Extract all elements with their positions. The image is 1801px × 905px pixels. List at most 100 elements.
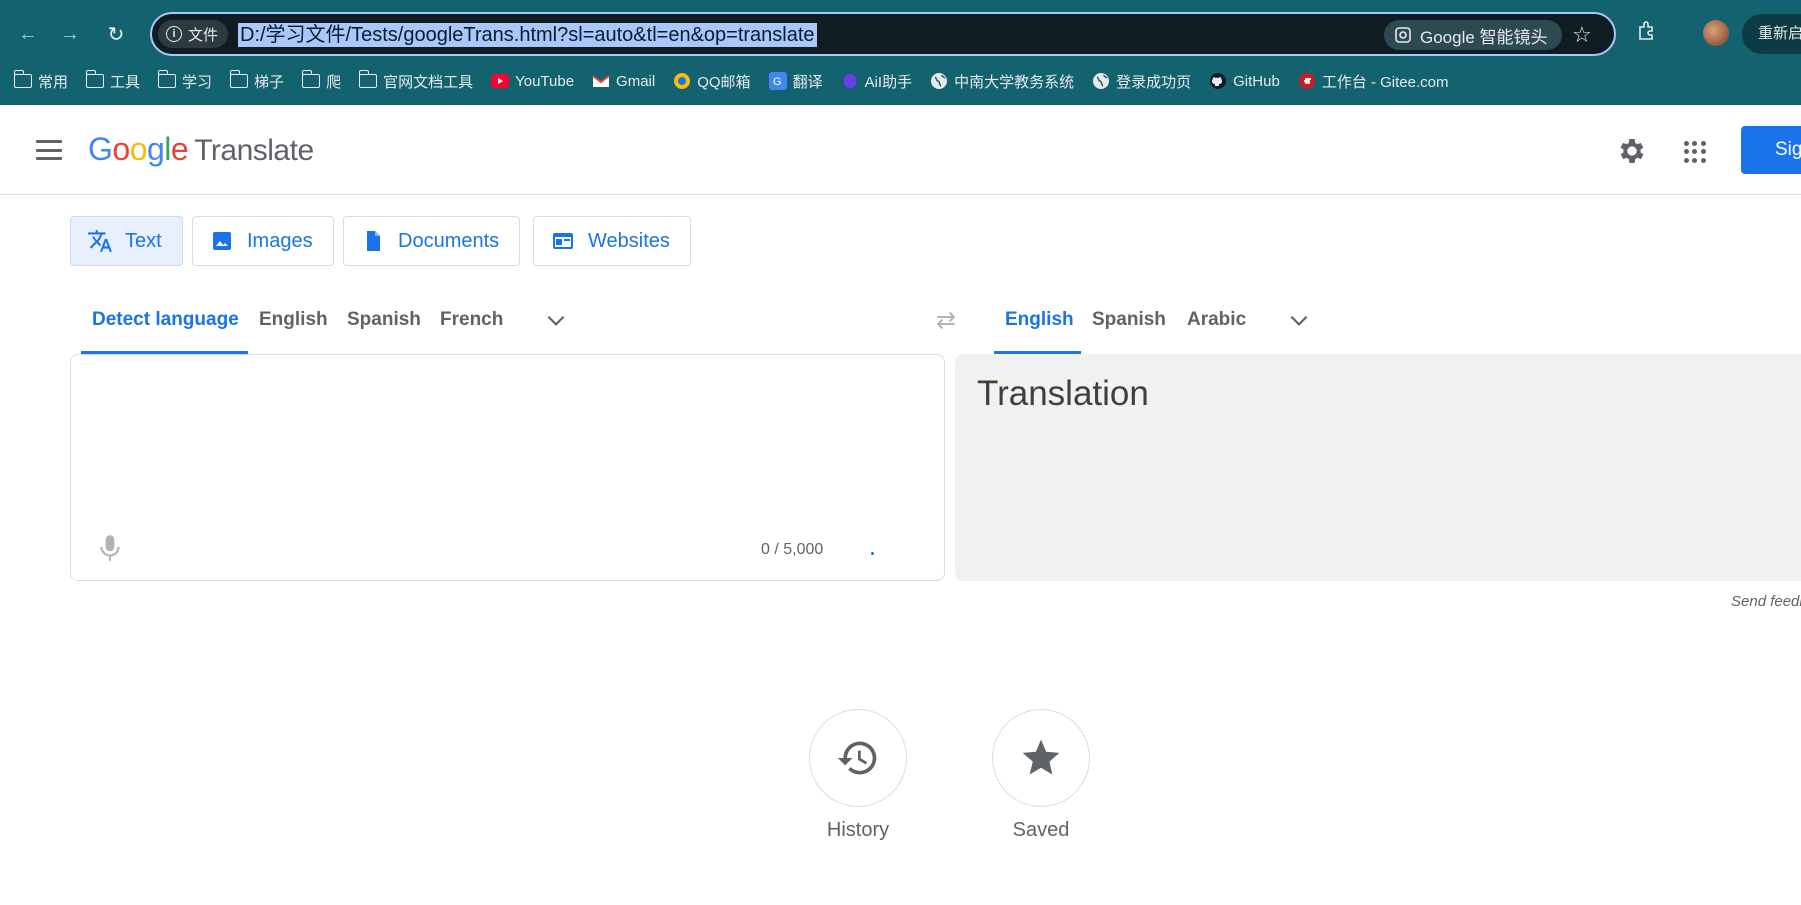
history-button[interactable] xyxy=(809,709,907,807)
swap-languages-icon[interactable]: ⇄ xyxy=(936,306,956,335)
bookmark-label: AiI助手 xyxy=(864,73,913,91)
address-bar[interactable]: i 文件 D:/学习文件/Tests/googleTrans.html?sl=a… xyxy=(150,12,1616,56)
bookmark-item[interactable]: YouTube xyxy=(491,72,574,90)
bookmark-item[interactable]: 学习 xyxy=(157,70,213,92)
logo-letter: o xyxy=(112,131,130,167)
bookmark-label: 登录成功页 xyxy=(1116,73,1192,91)
tab-documents[interactable]: Documents xyxy=(343,216,521,266)
character-counter: 0 / 5,000 xyxy=(761,541,824,558)
bookmark-item[interactable]: 官网文档工具 xyxy=(358,70,473,92)
qqmail-icon xyxy=(673,72,691,90)
source-lang-french[interactable]: French xyxy=(440,309,503,331)
logo-letter: e xyxy=(170,131,189,167)
document-icon xyxy=(360,228,386,254)
settings-gear-icon[interactable] xyxy=(1616,135,1648,167)
source-lang-detect[interactable]: Detect language xyxy=(92,309,239,331)
relaunch-button[interactable]: 重新启 xyxy=(1742,14,1801,54)
bookmark-item[interactable]: 梯子 xyxy=(229,70,285,92)
source-text-input[interactable]: 0 / 5,000 xyxy=(70,354,945,581)
image-icon xyxy=(209,228,235,254)
bookmark-item[interactable]: QQ邮箱 xyxy=(673,71,751,92)
history-label: History xyxy=(826,819,890,841)
bookmark-item[interactable]: 常用 xyxy=(13,70,69,92)
bookmark-item[interactable]: 登录成功页 xyxy=(1092,71,1191,92)
bookmark-item[interactable]: AiI助手 xyxy=(841,71,913,92)
assistant-icon xyxy=(841,72,859,90)
tab-label: Images xyxy=(247,229,313,252)
target-lang-spanish[interactable]: Spanish xyxy=(1092,309,1166,331)
bookmark-label: GitHub xyxy=(1233,72,1280,90)
extensions-icon[interactable] xyxy=(1636,20,1658,48)
bookmark-label: 爬 xyxy=(326,73,342,91)
bookmark-label: YouTube xyxy=(515,72,575,90)
gitee-icon xyxy=(1298,72,1316,90)
bookmark-item[interactable]: GitHub xyxy=(1209,72,1280,90)
target-lang-arabic[interactable]: Arabic xyxy=(1187,309,1246,331)
bookmark-item[interactable]: 工作台 - Gitee.com xyxy=(1298,71,1449,92)
tab-images[interactable]: Images xyxy=(192,216,334,266)
profile-avatar[interactable] xyxy=(1703,20,1729,46)
microphone-icon[interactable] xyxy=(97,533,123,568)
app-header: Google Translate Sig xyxy=(0,105,1801,195)
github-icon xyxy=(1209,72,1227,90)
sign-in-button[interactable]: Sig xyxy=(1741,126,1801,174)
folder-icon xyxy=(358,70,378,90)
globe-icon xyxy=(930,72,948,90)
browser-chrome: ← → ↻ i 文件 D:/学习文件/Tests/googleTrans.htm… xyxy=(0,0,1801,105)
lens-icon xyxy=(1395,27,1411,43)
bookmark-item[interactable]: Gmail xyxy=(592,72,655,90)
bookmark-item[interactable]: 中南大学教务系统 xyxy=(930,71,1074,92)
source-lang-more-chevron-down-icon[interactable] xyxy=(543,307,569,333)
back-button[interactable]: ← xyxy=(14,20,42,48)
bookmark-label: Gmail xyxy=(616,72,656,90)
tab-label: Websites xyxy=(588,229,670,252)
star-icon xyxy=(1022,739,1060,775)
translation-output: Translation xyxy=(955,354,1801,581)
forward-button[interactable]: → xyxy=(56,20,84,48)
target-lang-more-chevron-down-icon[interactable] xyxy=(1286,307,1312,333)
google-lens-button[interactable]: Google 智能镜头 xyxy=(1384,20,1562,50)
youtube-icon xyxy=(491,72,510,90)
logo-letter: o xyxy=(129,131,148,167)
source-lang-spanish[interactable]: Spanish xyxy=(347,309,421,331)
logo-letter: l xyxy=(164,131,171,167)
bookmark-label: 学习 xyxy=(182,73,213,91)
logo-letter: g xyxy=(146,131,165,167)
source-lang-english[interactable]: English xyxy=(259,309,328,331)
history-icon xyxy=(837,741,877,775)
info-icon: i xyxy=(166,26,182,42)
bookmark-star-icon[interactable]: ☆ xyxy=(1572,22,1592,48)
url-text[interactable]: D:/学习文件/Tests/googleTrans.html?sl=auto&t… xyxy=(238,23,817,47)
folder-icon xyxy=(301,70,321,90)
bookmark-label: 中南大学教务系统 xyxy=(954,73,1075,91)
folder-icon xyxy=(229,70,249,90)
website-icon xyxy=(550,228,576,254)
svg-text:G: G xyxy=(773,76,782,88)
gmail-icon xyxy=(592,72,610,90)
tab-text[interactable]: Text xyxy=(70,216,183,266)
send-feedback-link[interactable]: Send feedb xyxy=(1731,593,1801,610)
reload-button[interactable]: ↻ xyxy=(102,20,130,48)
tab-label: Text xyxy=(125,229,162,252)
bookmark-label: 工作台 - Gitee.com xyxy=(1321,73,1449,91)
bookmark-label: QQ邮箱 xyxy=(697,73,751,91)
site-info-chip[interactable]: i 文件 xyxy=(158,20,229,48)
bookmark-label: 常用 xyxy=(38,73,69,91)
bookmark-label: 梯子 xyxy=(254,73,285,91)
tab-websites[interactable]: Websites xyxy=(533,216,691,266)
bookmark-label: 翻译 xyxy=(792,73,823,91)
bookmarks-bar: 常用 工具 学习 梯子 爬 官网文档工具 YouTube Gmail QQ邮箱 G 翻译 AiI助手 中… xyxy=(0,66,1467,96)
google-translate-logo[interactable]: Google Translate xyxy=(88,131,314,168)
bookmark-item[interactable]: 爬 xyxy=(301,70,342,92)
saved-button[interactable] xyxy=(992,709,1090,807)
bookmark-item[interactable]: G 翻译 xyxy=(768,71,823,92)
globe-icon xyxy=(1092,72,1110,90)
google-apps-icon[interactable] xyxy=(1684,141,1706,163)
bookmark-item[interactable]: 工具 xyxy=(85,70,140,92)
product-name: Translate xyxy=(194,134,314,167)
main-menu-icon[interactable] xyxy=(36,140,62,160)
target-lang-english[interactable]: English xyxy=(1005,309,1074,331)
folder-icon xyxy=(13,70,32,90)
folder-icon xyxy=(157,70,177,90)
folder-icon xyxy=(85,70,105,90)
